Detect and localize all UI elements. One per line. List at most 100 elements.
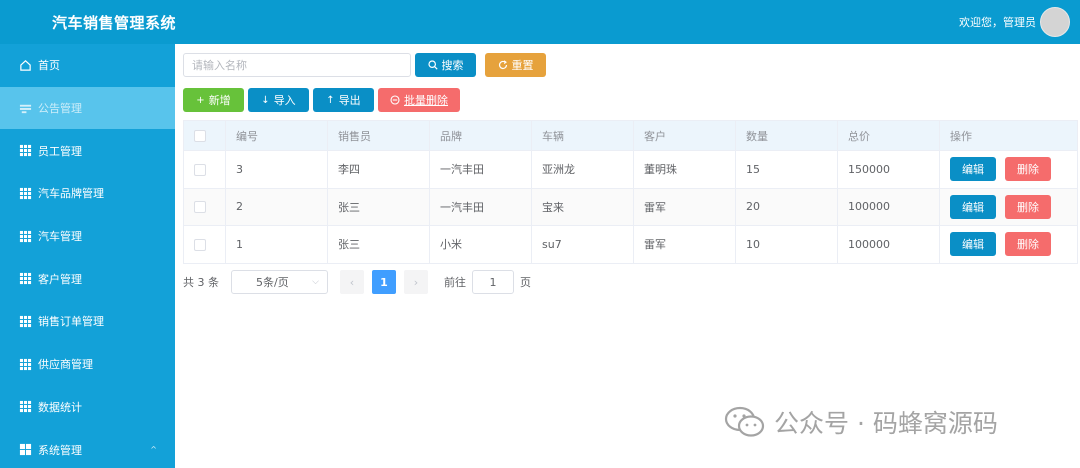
cell-quantity: 10 <box>735 225 838 264</box>
cell-quantity: 20 <box>735 187 838 226</box>
import-button[interactable]: ↓ 导入 <box>248 88 309 112</box>
reset-button[interactable]: 重置 <box>485 53 546 77</box>
add-button[interactable]: + 新增 <box>183 88 244 112</box>
goto-page-input[interactable]: 1 <box>472 270 514 294</box>
cell-vehicle: su7 <box>531 225 634 264</box>
delete-button[interactable]: 删除 <box>1005 157 1051 182</box>
table-header-row: 编号 销售员 品牌 车辆 客户 数量 总价 操作 <box>183 120 1078 151</box>
batch-delete-button[interactable]: 批量删除 <box>378 88 460 112</box>
sidebar-item-sales-orders[interactable]: 销售订单管理 <box>0 300 175 343</box>
sidebar-item-employees[interactable]: 员工管理 <box>0 129 175 172</box>
sidebar-item-label: 员工管理 <box>38 144 82 158</box>
add-button-label: 新增 <box>208 94 231 107</box>
page-size-select[interactable]: 5条/页 ⌵ <box>231 270 328 294</box>
sidebar-item-system[interactable]: 系统管理 ^ <box>0 428 175 468</box>
sidebar-item-home[interactable]: 首页 <box>0 44 175 87</box>
prev-page-button[interactable]: ‹ <box>340 270 364 294</box>
grid-icon <box>19 273 32 285</box>
sidebar-item-announcements[interactable]: 公告管理 <box>0 86 175 130</box>
page-suffix: 页 <box>520 276 531 289</box>
welcome-text: 欢迎您，管理员 <box>959 16 1036 29</box>
search-icon <box>427 60 438 70</box>
watermark: 公众号 · 码蜂窝源码 <box>724 404 998 440</box>
table-row: 3 李四 一汽丰田 亚洲龙 董明珠 15 150000 编辑 删除 <box>183 150 1078 189</box>
search-bar: 搜索 重置 <box>183 53 546 77</box>
grid-icon <box>19 358 32 370</box>
sidebar-item-cars[interactable]: 汽车管理 <box>0 215 175 258</box>
search-button-label: 搜索 <box>441 59 464 72</box>
cell-brand: 小米 <box>429 225 532 264</box>
cell-salesperson: 李四 <box>327 150 430 189</box>
reset-button-label: 重置 <box>511 59 534 72</box>
column-header: 总价 <box>837 120 940 151</box>
cell-vehicle: 宝来 <box>531 187 634 226</box>
cell-brand: 一汽丰田 <box>429 187 532 226</box>
edit-button[interactable]: 编辑 <box>950 157 996 182</box>
sidebar-item-suppliers[interactable]: 供应商管理 <box>0 343 175 386</box>
cell-actions: 编辑 删除 <box>939 187 1078 226</box>
arrow-down-icon: ↓ <box>261 94 270 106</box>
row-select[interactable] <box>183 187 226 226</box>
cell-brand: 一汽丰田 <box>429 150 532 189</box>
chevron-down-icon: ⌵ <box>312 277 319 287</box>
grid-icon <box>19 401 32 413</box>
column-header: 操作 <box>939 120 1078 151</box>
goto-label: 前往 <box>444 276 466 289</box>
cell-id: 1 <box>225 225 328 264</box>
user-area[interactable]: 欢迎您，管理员 <box>959 7 1070 37</box>
sidebar-item-label: 汽车品牌管理 <box>38 187 104 201</box>
column-header: 品牌 <box>429 120 532 151</box>
watermark-text: 公众号 · 码蜂窝源码 <box>774 409 998 438</box>
checkbox[interactable] <box>194 130 206 142</box>
row-select[interactable] <box>183 225 226 264</box>
sidebar-item-statistics[interactable]: 数据统计 <box>0 386 175 429</box>
column-header: 编号 <box>225 120 328 151</box>
export-button-label: 导出 <box>338 94 361 107</box>
cell-salesperson: 张三 <box>327 187 430 226</box>
edit-button[interactable]: 编辑 <box>950 232 996 257</box>
sidebar-item-label: 首页 <box>38 59 60 73</box>
grid-icon <box>19 230 32 242</box>
grid-icon <box>19 443 32 456</box>
page-size-value: 5条/页 <box>256 276 289 289</box>
top-header: 汽车销售管理系统 欢迎您，管理员 <box>0 0 1080 44</box>
home-icon <box>20 59 31 71</box>
export-button[interactable]: ↑ 导出 <box>313 88 374 112</box>
cell-id: 2 <box>225 187 328 226</box>
wechat-icon <box>724 406 765 437</box>
sidebar-item-label: 公告管理 <box>38 102 82 116</box>
cell-salesperson: 张三 <box>327 225 430 264</box>
checkbox[interactable] <box>194 163 206 176</box>
app-title: 汽车销售管理系统 <box>52 13 177 32</box>
checkbox[interactable] <box>194 238 206 251</box>
sidebar-item-label: 供应商管理 <box>38 358 93 372</box>
plus-icon: + <box>196 94 205 106</box>
arrow-up-icon: ↑ <box>326 94 335 106</box>
cell-actions: 编辑 删除 <box>939 225 1078 264</box>
checkbox[interactable] <box>194 201 206 214</box>
sidebar-item-customers[interactable]: 客户管理 <box>0 257 175 300</box>
sidebar: 首页 公告管理 员工管理 汽车品牌管理 汽车管理 客户管理 销售订单管理 供应商… <box>0 44 175 468</box>
remove-circle-icon <box>390 95 400 105</box>
notice-icon <box>19 104 32 113</box>
sidebar-item-label: 销售订单管理 <box>38 315 104 329</box>
column-header: 数量 <box>735 120 838 151</box>
delete-button[interactable]: 删除 <box>1005 232 1051 257</box>
search-button[interactable]: 搜索 <box>415 53 476 77</box>
pagination: 共 3 条 5条/页 ⌵ ‹ 1 › 前往 1 页 <box>183 270 531 294</box>
column-header: 销售员 <box>327 120 430 151</box>
cell-vehicle: 亚洲龙 <box>531 150 634 189</box>
search-input[interactable] <box>183 53 411 77</box>
cell-id: 3 <box>225 150 328 189</box>
sidebar-item-label: 客户管理 <box>38 272 82 286</box>
edit-button[interactable]: 编辑 <box>950 194 996 219</box>
sidebar-item-car-brands[interactable]: 汽车品牌管理 <box>0 172 175 215</box>
page-number-current[interactable]: 1 <box>372 270 396 294</box>
next-page-button[interactable]: › <box>404 270 428 294</box>
delete-button[interactable]: 删除 <box>1005 194 1051 219</box>
cell-customer: 雷军 <box>633 225 736 264</box>
row-select[interactable] <box>183 150 226 189</box>
import-button-label: 导入 <box>273 94 296 107</box>
header-select-all[interactable] <box>183 120 226 151</box>
avatar[interactable] <box>1040 7 1070 37</box>
